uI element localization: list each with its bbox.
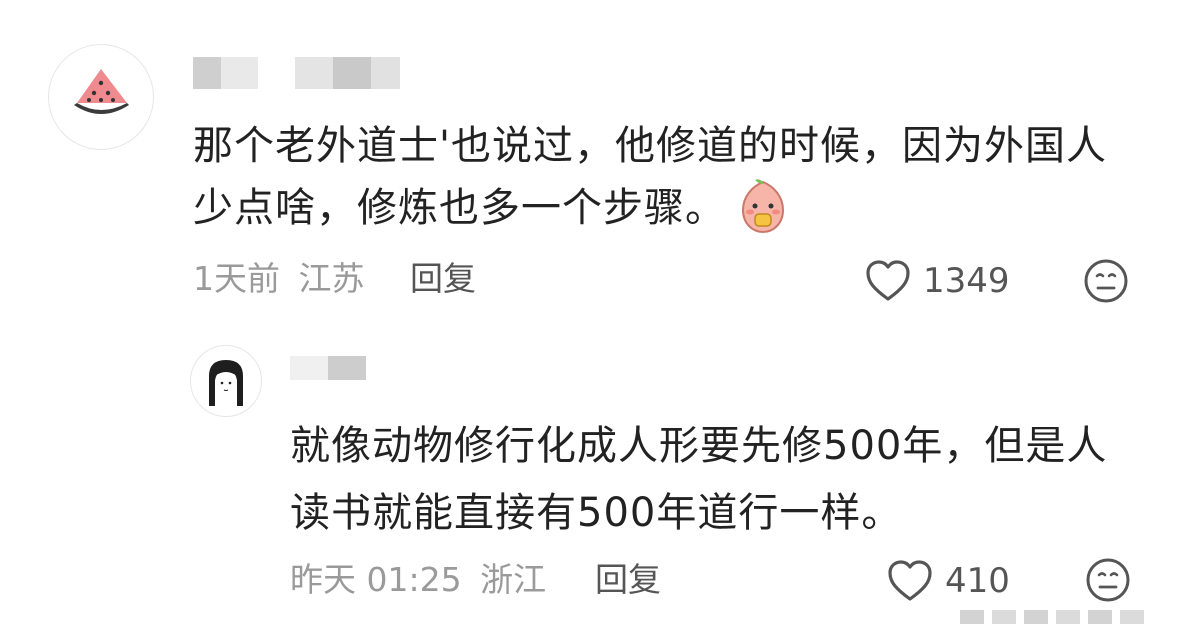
- comment-location: 江苏: [298, 259, 365, 298]
- neutral-face-icon[interactable]: [1084, 556, 1132, 604]
- comment-timestamp: 1天前 江苏: [193, 259, 365, 299]
- neutral-face-icon[interactable]: [1082, 257, 1130, 305]
- reply-time: 昨天 01:25: [290, 560, 462, 599]
- reply-timestamp: 昨天 01:25 浙江: [290, 560, 546, 600]
- watermark-logo-icon: [952, 604, 1172, 630]
- commenter-avatar[interactable]: [48, 44, 154, 150]
- heart-outline-icon[interactable]: [864, 259, 912, 303]
- comment-time: 1天前: [193, 259, 280, 298]
- girl-portrait-icon: [209, 360, 243, 406]
- reply-location: 浙江: [480, 560, 547, 599]
- comment-like-count: 1349: [923, 261, 1010, 301]
- comment-text-line-1: 那个老外道士'也说过，他修道的时候，因为外国人: [193, 123, 1107, 169]
- heart-outline-icon[interactable]: [886, 559, 934, 603]
- comment-text-line-2: 少点啥，修炼也多一个步骤。: [193, 185, 726, 231]
- reply-text-line-2: 读书就能直接有500年道行一样。: [290, 490, 903, 536]
- reply-like-count: 410: [945, 561, 1010, 601]
- watermelon-icon: [74, 69, 129, 114]
- comment-reply-button[interactable]: 回复: [410, 259, 476, 299]
- peach-mascot-sticker-icon: [741, 179, 785, 234]
- reply-text-line-1: 就像动物修行化成人形要先修500年，但是人: [290, 423, 1108, 469]
- reply-reply-button[interactable]: 回复: [595, 560, 661, 600]
- replier-avatar[interactable]: [190, 345, 262, 417]
